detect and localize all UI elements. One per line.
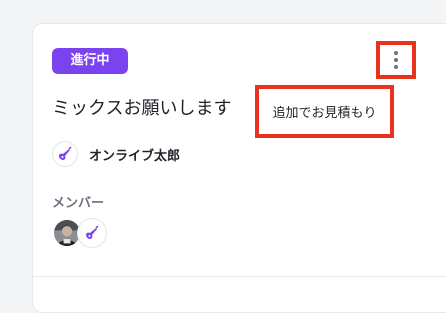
project-card[interactable]: 進行中 ミックスお願いします 追加でお見積もり オンライブ太郎 メンバー [32,23,446,313]
owner-name: オンライブ太郎 [89,148,181,164]
menu-item-additional-estimate[interactable]: 追加でお見積もり [272,102,376,121]
member-avatar-guitar[interactable] [77,218,107,248]
card-divider [33,276,446,277]
guitar-icon [59,146,72,160]
kebab-dot [394,65,398,69]
project-title: ミックスお願いします [52,98,232,119]
owner-row: オンライブ太郎 [52,141,180,167]
status-badge: 進行中 [52,48,128,74]
members-label: メンバー [52,196,105,211]
kebab-dot [394,58,398,62]
guitar-icon [86,225,99,239]
owner-avatar [52,141,78,167]
more-vertical-icon [394,51,398,55]
options-dropdown: 追加でお見積もり [255,85,394,138]
members-list [52,218,107,248]
more-options-button[interactable] [376,41,416,79]
